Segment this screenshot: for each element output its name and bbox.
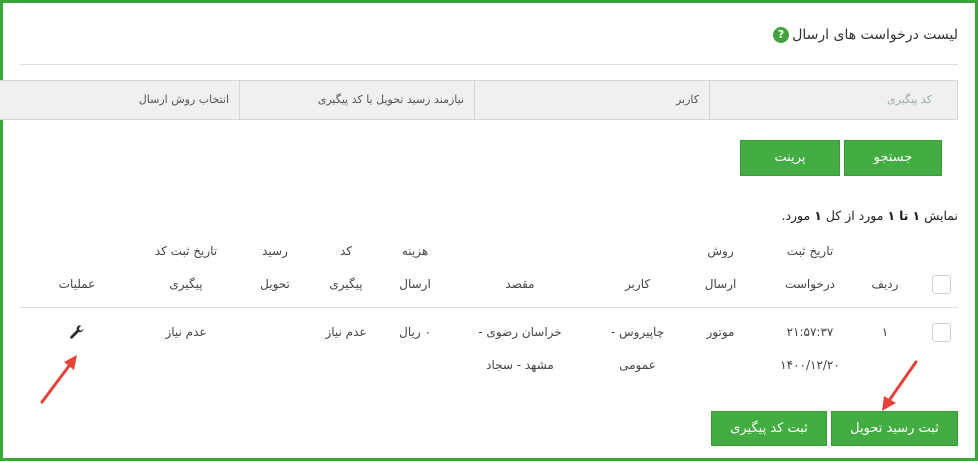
header-receipt-line2: تحویل (260, 277, 290, 291)
count-to-word: تا (899, 208, 909, 223)
send-method-select[interactable]: انتخاب روش ارسال (0, 81, 239, 119)
page-frame (0, 0, 978, 461)
cell-user-line1: چاپیروس - (610, 325, 665, 339)
count-suffix: مورد. (781, 208, 811, 223)
print-button[interactable]: پرینت (740, 140, 840, 176)
header-send-method: روش ارسال (693, 238, 748, 298)
cell-user-line2: عمومی (619, 358, 656, 372)
header-request-date-line1: تاریخ ثبت (786, 244, 834, 258)
header-tracking-code-line1: کد (339, 244, 352, 258)
header-tracking-date: تاریخ ثبت کد پیگیری (135, 238, 237, 298)
count-from: ۱ (912, 208, 921, 223)
annotation-arrow-wrench (40, 355, 77, 404)
tracking-code-input[interactable]: کد پیگیری (709, 81, 942, 119)
wrench-icon[interactable] (69, 324, 85, 340)
header-divider (20, 64, 958, 65)
cell-request-day: ۱۴۰۰/۱۲/۲۰ (780, 358, 840, 372)
header-row: ردیف (871, 277, 899, 291)
count-total: ۱ (814, 208, 822, 223)
tracking-code-placeholder: کد پیگیری (887, 93, 932, 106)
cell-request-date: ۲۱:۵۷:۳۷ ۱۴۰۰/۱۲/۲۰ (768, 316, 852, 382)
cell-index: ۱ (881, 325, 889, 339)
header-destination: مقصد (505, 277, 535, 291)
cell-cost: ۰ ریال (399, 325, 431, 339)
header-tracking-code-line2: پیگیری (329, 277, 363, 291)
header-operations: عملیات (58, 277, 96, 291)
header-request-date-line2: درخواست (785, 277, 835, 291)
needs-receipt-select[interactable]: نیازمند رسید تحویل یا کد پیگیری (239, 81, 474, 119)
header-send-method-line1: روش (707, 244, 734, 258)
header-cost-line1: هزینه (401, 244, 429, 258)
row-checkbox[interactable] (932, 323, 951, 342)
header-cost-line2: ارسال (399, 277, 431, 291)
header-tracking-date-line1: تاریخ ثبت کد (154, 244, 218, 258)
header-receipt-line1: رسید (262, 244, 288, 258)
cell-destination: خراسان رضوی - مشهد - سجاد (455, 316, 585, 382)
header-request-date: تاریخ ثبت درخواست (768, 238, 852, 298)
cell-tracking-date: عدم نیاز (165, 325, 207, 339)
table-header-divider (20, 307, 958, 308)
result-count: نمایش ۱ تا ۱ مورد از کل ۱ مورد. (781, 208, 958, 223)
user-select[interactable]: کاربر (474, 81, 709, 119)
cell-user: چاپیروس - عمومی (595, 316, 680, 382)
register-receipt-button[interactable]: ثبت رسید تحویل (831, 411, 958, 446)
cell-tracking-code: عدم نیاز (325, 325, 367, 339)
user-select-label: کاربر (675, 93, 699, 106)
cell-destination-line2: مشهد - سجاد (486, 358, 554, 372)
needs-receipt-label: نیازمند رسید تحویل یا کد پیگیری (317, 93, 464, 106)
header-tracking-code: کد پیگیری (316, 238, 376, 298)
select-all-checkbox[interactable] (932, 275, 951, 294)
cell-destination-line1: خراسان رضوی - (478, 325, 562, 339)
header-receipt: رسید تحویل (245, 238, 305, 298)
send-method-label: انتخاب روش ارسال (138, 93, 229, 106)
count-prefix: نمایش (924, 208, 958, 223)
help-icon[interactable]: ? (773, 27, 789, 43)
cell-send-method: موتور (706, 325, 735, 339)
register-tracking-button[interactable]: ثبت کد پیگیری (711, 411, 827, 446)
search-button[interactable]: جستجو (844, 140, 942, 176)
header-tracking-date-line2: پیگیری (169, 277, 203, 291)
header-user: کاربر (624, 277, 651, 291)
page-title: لیست درخواست های ارسال (792, 27, 958, 43)
cell-request-time: ۲۱:۵۷:۳۷ (786, 325, 834, 339)
annotation-arrow-receipt (882, 360, 918, 411)
count-mid: مورد از کل (825, 208, 884, 223)
count-to: ۱ (887, 208, 896, 223)
header-cost: هزینه ارسال (386, 238, 444, 298)
header-send-method-line2: ارسال (704, 277, 737, 291)
